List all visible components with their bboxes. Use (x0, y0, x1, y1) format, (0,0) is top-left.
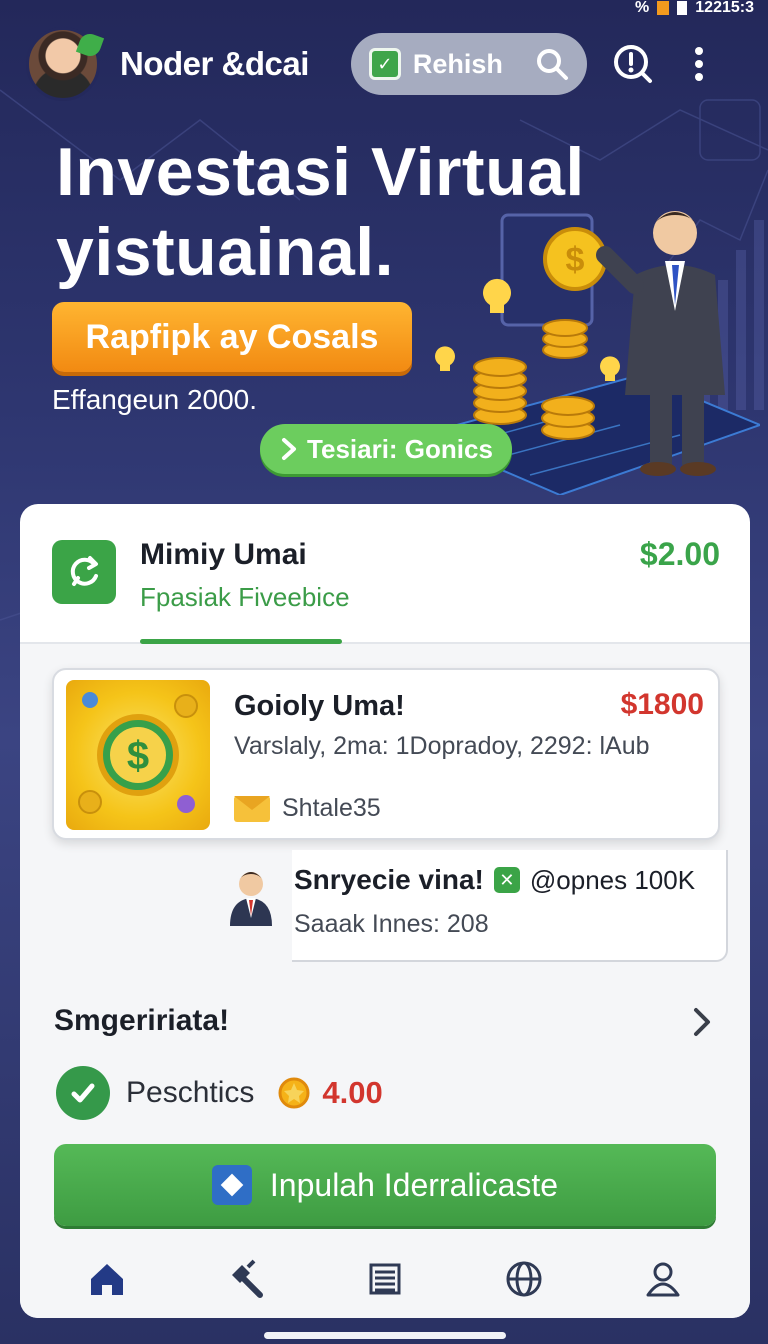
hero-subtitle: Effangeun 2000. (52, 384, 258, 415)
more-button[interactable] (675, 40, 723, 88)
transaction-amount: $1800 (620, 688, 704, 721)
businessman-icon (230, 872, 272, 926)
more-icon (694, 47, 703, 81)
search-icon (536, 49, 568, 80)
home-icon (91, 1264, 124, 1295)
coin-icon (278, 1077, 310, 1109)
profile-icon (646, 1262, 680, 1297)
transaction-detail: Saaak Innes: 208 (294, 910, 489, 938)
alert-button[interactable] (609, 40, 657, 88)
status-time: 12215:3 (695, 0, 754, 16)
transaction-title: Snryecie vina! ✕ @opnes 100K (294, 864, 695, 896)
svg-text:$: $ (127, 734, 149, 778)
section-title: Smgeririata! (54, 1004, 230, 1037)
chevron-right-icon[interactable] (684, 1004, 720, 1040)
transaction-handle: @opnes 100K (529, 864, 696, 895)
stat-value: 4.00 (322, 1075, 383, 1110)
status-bar: % 12215:3 (635, 0, 754, 16)
account-item[interactable]: Mimiy Umai Fpasiak Fiveebice $2.00 (20, 504, 750, 644)
account-amount: $2.00 (639, 536, 720, 572)
leaf-icon (75, 30, 105, 60)
transaction-title: Goioly Uma! (234, 690, 405, 722)
status-signal: % (635, 0, 650, 16)
hero-cta-button[interactable]: Rapfipk ay Cosals (52, 302, 412, 372)
coin-thumbnail: $ (66, 680, 210, 830)
chevron-right-icon (282, 438, 297, 460)
bottom-nav (20, 1240, 750, 1318)
main-card: Mimiy Umai Fpasiak Fiveebice $2.00 $ Goi… (20, 504, 750, 1318)
ledger-icon (369, 1263, 401, 1295)
hero-pill-button[interactable]: Tesiari: Gonics (260, 424, 512, 474)
check-icon: ✓ (368, 48, 401, 80)
transaction-card-secondary[interactable]: Snryecie vina! ✕ @opnes 100K Saaak Innes… (230, 850, 728, 962)
home-indicator[interactable] (264, 1332, 506, 1339)
globe-icon (506, 1261, 542, 1297)
battery-level-icon (677, 1, 688, 15)
primary-action-button[interactable]: Inpulah Iderralicaste (54, 1144, 716, 1226)
close-badge-icon: ✕ (493, 867, 520, 893)
search-pill[interactable]: ✓ Rehish (350, 33, 587, 95)
transaction-card[interactable]: $ Goioly Uma! $1800 Varslaly, 2ma: 1Dopr… (52, 668, 720, 840)
transaction-title-label: Snryecie vina! (294, 864, 484, 895)
hammer-icon (232, 1259, 264, 1298)
primary-action-label: Inpulah Iderralicaste (269, 1166, 559, 1203)
account-subtitle: Fpasiak Fiveebice (140, 582, 350, 612)
nav-globe[interactable] (496, 1251, 552, 1307)
check-circle-icon (56, 1066, 110, 1120)
battery-icon (657, 1, 670, 15)
hero-pill-label: Tesiari: Gonics (307, 433, 493, 464)
account-title: Mimiy Umai (140, 538, 307, 571)
app-name: Noder &dcai (120, 45, 309, 82)
alert-icon (613, 45, 652, 83)
refresh-app-icon (52, 540, 116, 604)
svg-text:$: $ (566, 241, 585, 279)
nav-ledger[interactable] (357, 1251, 413, 1307)
nav-hammer[interactable] (218, 1251, 274, 1307)
stat-label: Peschtics (126, 1076, 255, 1109)
nav-profile[interactable] (635, 1251, 691, 1307)
avatar[interactable] (26, 27, 105, 101)
transaction-detail: Varslaly, 2ma: 1Dopradoy, 2292: lAub (234, 732, 650, 760)
search-label: Rehish (412, 48, 503, 79)
app-header: Noder &dcai ✓ Rehish (26, 26, 742, 102)
mail-icon (234, 795, 270, 822)
nav-home[interactable] (79, 1251, 135, 1307)
stat-row: Peschtics 4.00 (56, 1066, 383, 1120)
transaction-meta: Shtale35 (234, 794, 381, 823)
transaction-meta-label: Shtale35 (282, 794, 381, 822)
diamond-icon (211, 1165, 252, 1205)
